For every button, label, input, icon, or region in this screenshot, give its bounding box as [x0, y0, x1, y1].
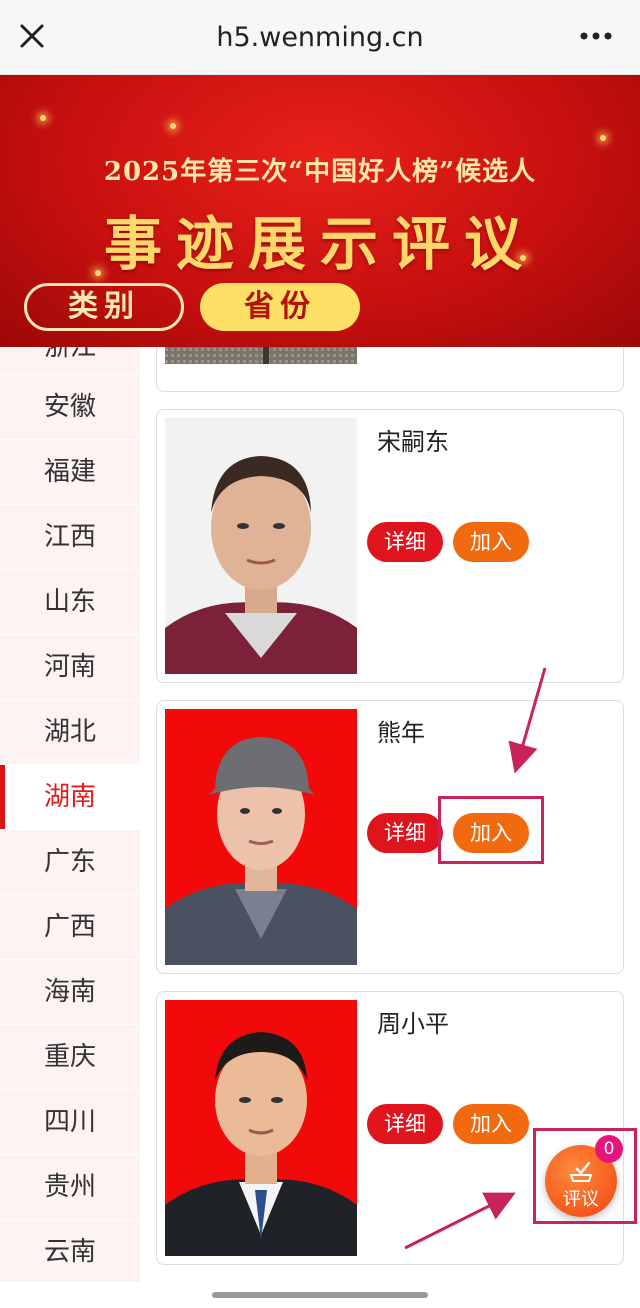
- sidebar-item-henan[interactable]: 河南: [0, 635, 140, 700]
- more-icon[interactable]: [578, 24, 614, 48]
- sidebar-item-fujian[interactable]: 福建: [0, 440, 140, 505]
- browser-top-bar: h5.wenming.cn: [0, 0, 640, 75]
- join-button[interactable]: 加入: [453, 1104, 529, 1144]
- sidebar-item-hubei[interactable]: 湖北: [0, 700, 140, 765]
- sidebar-item-label: 湖南: [43, 782, 96, 812]
- detail-button[interactable]: 详细: [367, 522, 443, 562]
- sidebar-item-jiangxi[interactable]: 江西: [0, 505, 140, 570]
- sidebar-item-sichuan[interactable]: 四川: [0, 1090, 140, 1155]
- sidebar-item-label: 湖北: [43, 717, 96, 747]
- candidate-card: [156, 347, 624, 392]
- candidate-name: 熊年: [377, 719, 425, 747]
- spark-decoration: [600, 135, 606, 141]
- province-sidebar: 浙江 安徽 福建 江西 山东 河南 湖北 湖南 广东 广西 海南 重庆 四川 贵…: [0, 347, 140, 1282]
- join-button[interactable]: 加入: [453, 522, 529, 562]
- spark-decoration: [170, 123, 176, 129]
- sidebar-item-label: 广东: [43, 847, 96, 877]
- tab-category[interactable]: 类别: [24, 283, 184, 331]
- sidebar-item-anhui[interactable]: 安徽: [0, 375, 140, 440]
- sidebar-item-label: 山东: [43, 587, 96, 617]
- sidebar-item-chongqing[interactable]: 重庆: [0, 1025, 140, 1090]
- sidebar-item-label: 海南: [43, 977, 96, 1007]
- candidate-name: 周小平: [377, 1010, 449, 1038]
- sidebar-item-hainan[interactable]: 海南: [0, 960, 140, 1025]
- sidebar-item-zhejiang[interactable]: 浙江: [0, 347, 140, 375]
- sidebar-item-shandong[interactable]: 山东: [0, 570, 140, 635]
- sidebar-item-label: 贵州: [43, 1172, 96, 1202]
- candidate-photo[interactable]: [165, 347, 357, 364]
- tab-province[interactable]: 省份: [200, 283, 360, 331]
- sidebar-item-label: 重庆: [43, 1042, 96, 1072]
- candidate-card: 熊年 详细 加入: [156, 700, 624, 974]
- page-url: h5.wenming.cn: [216, 22, 424, 53]
- candidate-photo[interactable]: [165, 709, 357, 965]
- page-banner: 2025年第三次“中国好人榜”候选人 事迹展示评议 类别 省份: [0, 75, 640, 347]
- sidebar-item-hunan[interactable]: 湖南: [0, 765, 140, 830]
- candidate-card: 宋嗣东 详细 加入: [156, 409, 624, 683]
- candidate-photo[interactable]: [165, 418, 357, 674]
- candidate-photo[interactable]: [165, 1000, 357, 1256]
- sidebar-item-label: 江西: [43, 522, 96, 552]
- sidebar-item-label: 四川: [43, 1107, 96, 1137]
- banner-subtitle: 2025年第三次“中国好人榜”候选人: [103, 157, 537, 187]
- sidebar-item-guangdong[interactable]: 广东: [0, 830, 140, 895]
- sidebar-item-label: 浙江: [43, 347, 96, 362]
- sidebar-item-guizhou[interactable]: 贵州: [0, 1155, 140, 1220]
- spark-decoration: [40, 115, 46, 121]
- sidebar-item-label: 福建: [43, 457, 96, 487]
- home-indicator: [212, 1292, 428, 1298]
- sidebar-item-label: 安徽: [43, 392, 96, 422]
- sidebar-item-yunnan[interactable]: 云南: [0, 1220, 140, 1282]
- detail-button[interactable]: 详细: [367, 1104, 443, 1144]
- highlight-box: [533, 1128, 637, 1224]
- sidebar-item-label: 广西: [43, 912, 96, 942]
- sidebar-item-label: 河南: [43, 652, 96, 682]
- detail-button[interactable]: 详细: [367, 813, 443, 853]
- highlight-box: [438, 796, 544, 864]
- bottom-bar: [0, 1282, 640, 1308]
- candidate-name: 宋嗣东: [377, 428, 449, 456]
- sidebar-item-label: 云南: [43, 1237, 96, 1267]
- banner-title: 事迹展示评议: [103, 210, 536, 278]
- sidebar-item-guangxi[interactable]: 广西: [0, 895, 140, 960]
